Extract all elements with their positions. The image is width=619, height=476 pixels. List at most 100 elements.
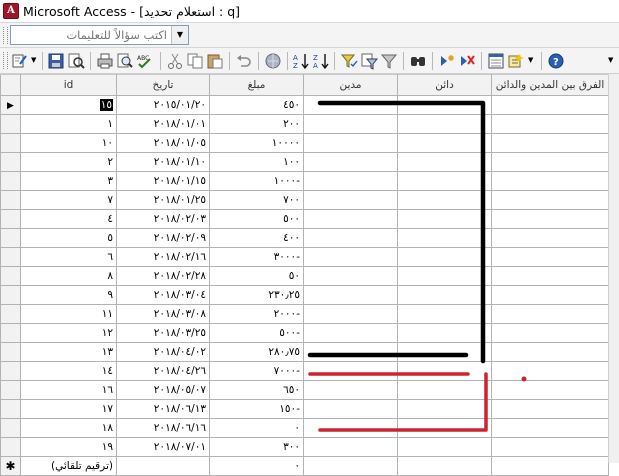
table-row[interactable]: ٩ ٢٠١٨/٠٣/٠٤ ٢٣٠٫٢٥	[0, 285, 609, 305]
delete-record-icon[interactable]	[458, 52, 476, 70]
record-selector[interactable]	[0, 247, 21, 267]
cell-difference[interactable]	[491, 399, 609, 419]
cell-amount[interactable]: ٣٠٠	[209, 437, 304, 457]
new-record-icon[interactable]	[438, 52, 456, 70]
copy-icon[interactable]	[186, 52, 204, 70]
cell-debtor[interactable]	[303, 361, 398, 381]
column-header-date[interactable]: تاريخ	[116, 74, 210, 96]
column-header-amount[interactable]: مبلغ	[209, 74, 304, 96]
cell-debtor[interactable]	[303, 228, 398, 248]
cell-creditor[interactable]	[397, 304, 492, 324]
record-selector[interactable]	[0, 285, 21, 305]
cell-date[interactable]: ٢٠١٨/٠٦/١٦	[116, 418, 210, 438]
apply-filter-icon[interactable]	[380, 52, 398, 70]
cell-creditor[interactable]	[397, 152, 492, 172]
cell-debtor[interactable]	[303, 418, 398, 438]
chevron-down-icon[interactable]: ▼	[171, 26, 188, 44]
cell-date[interactable]: ٢٠١٨/٠٤/٠٢	[116, 342, 210, 362]
cell-creditor[interactable]	[397, 342, 492, 362]
record-selector[interactable]	[0, 399, 21, 419]
cell-id[interactable]: ١	[20, 114, 117, 134]
cell-date[interactable]: ٢٠١٨/٠١/٠٥	[116, 133, 210, 153]
table-row[interactable]: ١٤ ٢٠١٨/٠٤/٢٦ -٧٠٠٠	[0, 361, 609, 381]
cell-creditor[interactable]	[397, 190, 492, 210]
cell-difference[interactable]	[491, 437, 609, 457]
cell-amount[interactable]: ٥٠٠	[209, 209, 304, 229]
print-icon[interactable]	[96, 52, 114, 70]
column-header-difference[interactable]: الفرق بين المدين والدائن	[491, 74, 609, 96]
print-preview-icon[interactable]	[116, 52, 134, 70]
cell-debtor[interactable]	[303, 114, 398, 134]
cell-amount[interactable]: -١٥٠	[209, 399, 304, 419]
cell-date[interactable]: ٢٠١٨/٠٢/٠٣	[116, 209, 210, 229]
cell-difference[interactable]	[491, 304, 609, 324]
table-row[interactable]: ١٣ ٢٠١٨/٠٤/٠٢ ٢٨٠٫٧٥	[0, 342, 609, 362]
cell-id[interactable]: ١٣	[20, 342, 117, 362]
help-icon[interactable]: ?	[547, 52, 565, 70]
cell-date[interactable]: ٢٠١٨/٠١/١٠	[116, 152, 210, 172]
cell-difference[interactable]	[491, 342, 609, 362]
cell-difference[interactable]	[491, 285, 609, 305]
search-icon[interactable]	[67, 52, 85, 70]
record-selector[interactable]	[0, 190, 21, 210]
cell-debtor[interactable]	[303, 323, 398, 343]
cell-debtor[interactable]	[303, 190, 398, 210]
cell-creditor[interactable]	[397, 266, 492, 286]
cell-debtor[interactable]	[303, 133, 398, 153]
cell-date[interactable]: ٢٠١٨/٠٣/٠٤	[116, 285, 210, 305]
cell-debtor[interactable]	[303, 247, 398, 267]
table-row[interactable]: ▶ ١٥ ٢٠١٥/٠١/٢٠ ٤٥٠	[0, 95, 609, 115]
new-record-row[interactable]: ✱ (ترقيم تلقائي) ٠	[0, 456, 609, 476]
table-row[interactable]: ١١ ٢٠١٨/٠٣/٠٨ -٢٠٠٠	[0, 304, 609, 324]
cell-creditor[interactable]	[397, 228, 492, 248]
column-header-debtor[interactable]: مدين	[303, 74, 398, 96]
cell-date[interactable]: ٢٠١٨/٠٣/٠٨	[116, 304, 210, 324]
cell-id[interactable]: ٦	[20, 247, 117, 267]
filter-by-form-icon[interactable]	[360, 52, 378, 70]
cell-amount[interactable]: -٢٠٠٠	[209, 304, 304, 324]
toolbar-grip[interactable]	[3, 27, 8, 44]
cell-debtor[interactable]	[303, 95, 398, 115]
record-selector[interactable]: ▶	[0, 95, 21, 115]
record-selector[interactable]	[0, 418, 21, 438]
select-all-corner[interactable]	[0, 74, 21, 96]
cell-id[interactable]: ١٠	[20, 133, 117, 153]
table-row[interactable]: ٥ ٢٠١٨/٠٢/٠٩ ٤٠٠	[0, 228, 609, 248]
vertical-scrollbar[interactable]	[608, 74, 619, 463]
cell-debtor[interactable]	[303, 342, 398, 362]
cell-debtor[interactable]	[303, 399, 398, 419]
record-selector[interactable]	[0, 380, 21, 400]
table-row[interactable]: ١٨ ٢٠١٨/٠٦/١٦ ٠	[0, 418, 609, 438]
cell-id[interactable]: ١١	[20, 304, 117, 324]
cell-creditor[interactable]	[397, 209, 492, 229]
cell-amount[interactable]: ١٠٠٠٠	[209, 133, 304, 153]
cell-id[interactable]: ١٥	[20, 95, 117, 115]
database-window-icon[interactable]	[487, 52, 505, 70]
record-selector[interactable]	[0, 437, 21, 457]
record-selector[interactable]	[0, 304, 21, 324]
cell-difference[interactable]	[491, 190, 609, 210]
cell-difference[interactable]	[491, 361, 609, 381]
cell-date[interactable]: ٢٠١٨/٠٣/٢٥	[116, 323, 210, 343]
cell-debtor[interactable]	[303, 456, 398, 476]
save-icon[interactable]	[47, 52, 65, 70]
table-row[interactable]: ٨ ٢٠١٨/٠٢/٢٨ ٥٠	[0, 266, 609, 286]
cell-date[interactable]: ٢٠١٨/٠٢/١٦	[116, 247, 210, 267]
cell-debtor[interactable]	[303, 209, 398, 229]
toolbar-options-icon[interactable]: ▼	[608, 56, 613, 64]
sort-descending-icon[interactable]: ZA	[312, 52, 330, 70]
cell-date[interactable]: ٢٠١٨/٠١/٢٥	[116, 190, 210, 210]
cell-difference[interactable]	[491, 456, 609, 476]
view-dropdown-icon[interactable]: ▼	[31, 56, 36, 64]
record-selector[interactable]	[0, 323, 21, 343]
cell-amount[interactable]: ٢٨٠٫٧٥	[209, 342, 304, 362]
record-selector[interactable]	[0, 152, 21, 172]
table-row[interactable]: ٧ ٢٠١٨/٠١/٢٥ ٧٠٠	[0, 190, 609, 210]
cell-difference[interactable]	[491, 133, 609, 153]
cell-date[interactable]: ٢٠١٨/٠٥/٠٧	[116, 380, 210, 400]
cell-amount[interactable]: -١٠٠٠	[209, 171, 304, 191]
record-selector[interactable]	[0, 133, 21, 153]
filter-by-selection-icon[interactable]	[340, 52, 358, 70]
cell-creditor[interactable]	[397, 114, 492, 134]
cell-creditor[interactable]	[397, 95, 492, 115]
